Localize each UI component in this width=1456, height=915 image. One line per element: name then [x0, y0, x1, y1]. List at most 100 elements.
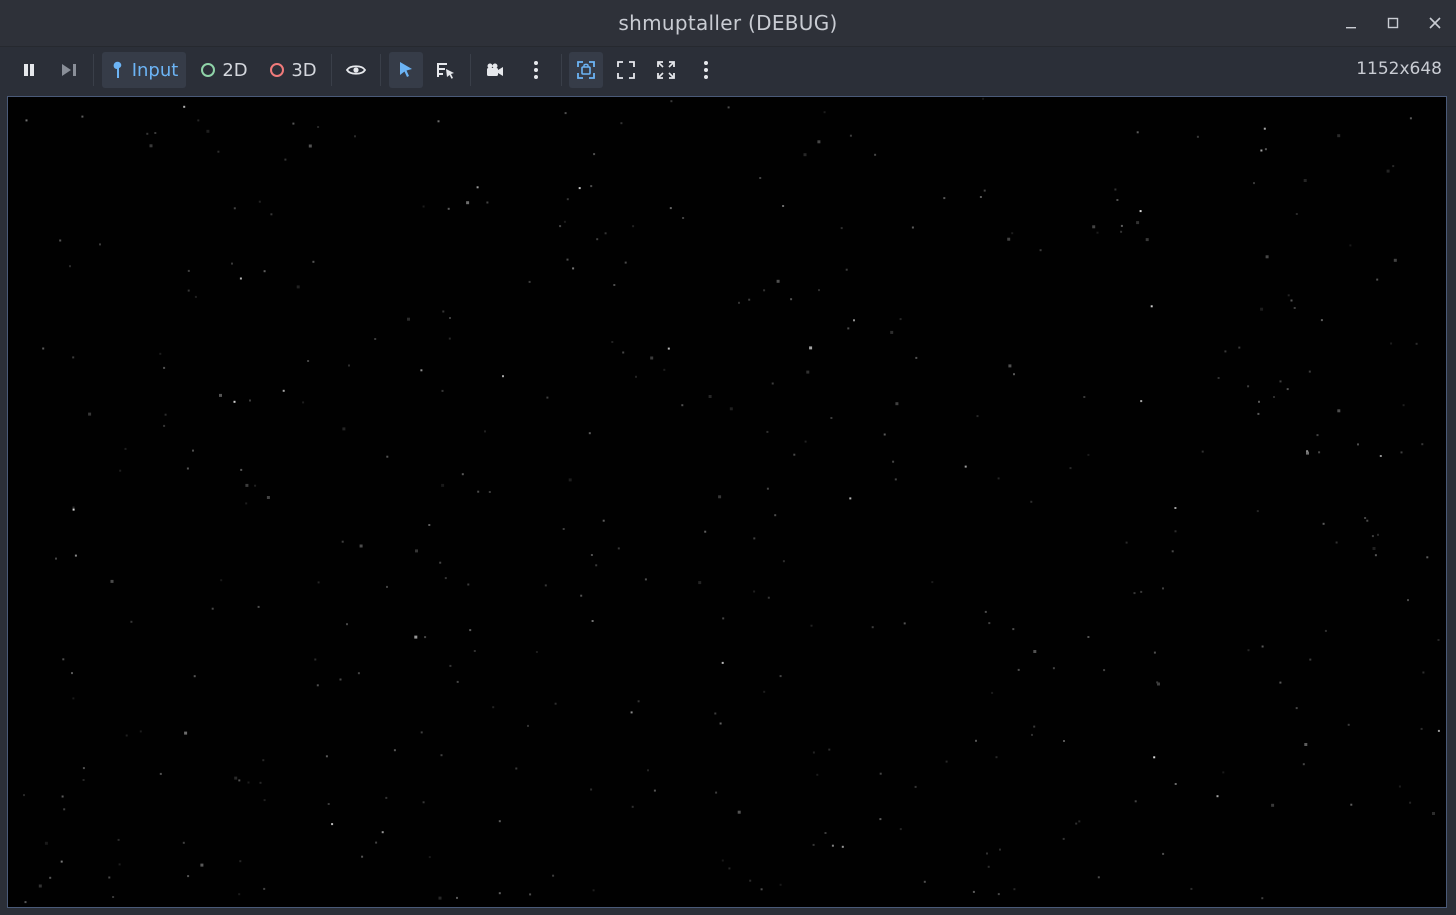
star: [1092, 225, 1096, 229]
star: [738, 301, 740, 304]
star: [914, 785, 917, 788]
star: [737, 810, 741, 814]
star: [187, 289, 190, 292]
star: [892, 460, 895, 463]
star: [1253, 182, 1255, 185]
star: [1437, 639, 1440, 641]
fullscreen-button[interactable]: [649, 52, 683, 88]
star: [1114, 188, 1117, 191]
star: [644, 578, 647, 581]
star: [894, 478, 897, 481]
window-title: shmuptaller (DEBUG): [618, 11, 838, 35]
next-frame-button[interactable]: [52, 52, 86, 88]
star: [853, 319, 855, 322]
star: [72, 508, 75, 511]
star: [592, 889, 595, 892]
star: [779, 675, 782, 678]
star: [1078, 820, 1081, 823]
select-cursor-icon: [400, 62, 412, 77]
star: [782, 560, 785, 563]
star: [240, 468, 243, 471]
star: [1174, 530, 1177, 533]
star: [245, 483, 249, 487]
star: [1153, 756, 1156, 759]
pause-button[interactable]: [12, 52, 46, 88]
star: [1279, 380, 1282, 383]
star: [282, 389, 285, 392]
star: [348, 364, 350, 367]
star: [682, 217, 685, 219]
title-bar[interactable]: shmuptaller (DEBUG): [0, 0, 1456, 47]
mode-2d-button[interactable]: 2D: [194, 52, 254, 88]
star: [1393, 258, 1397, 262]
star: [763, 289, 766, 292]
star: [1125, 541, 1128, 544]
expand-button[interactable]: [609, 52, 643, 88]
star: [339, 678, 342, 681]
star: [779, 883, 782, 886]
star: [55, 557, 57, 560]
star: [428, 856, 431, 859]
star: [1273, 396, 1275, 398]
star: [447, 207, 450, 210]
star: [182, 841, 185, 844]
star: [1306, 451, 1309, 455]
maximize-button[interactable]: [1372, 0, 1414, 46]
star: [61, 795, 64, 798]
star: [456, 680, 459, 683]
star: [1007, 237, 1011, 241]
fit-viewport-button[interactable]: [569, 52, 603, 88]
mode-3d-button[interactable]: 3D: [262, 52, 324, 88]
star: [766, 430, 769, 433]
star: [753, 590, 756, 593]
star: [602, 519, 605, 522]
star: [1216, 795, 1219, 798]
star: [1426, 556, 1429, 559]
star: [554, 702, 557, 705]
star: [544, 584, 547, 587]
star: [722, 617, 725, 620]
star: [1134, 800, 1137, 803]
star: [317, 581, 320, 584]
star: [163, 424, 166, 427]
select-button[interactable]: [389, 52, 423, 88]
star: [879, 772, 882, 775]
list-select-button[interactable]: [429, 52, 463, 88]
star: [986, 852, 988, 855]
star: [999, 848, 1001, 851]
star: [1224, 350, 1227, 353]
game-viewport[interactable]: [7, 96, 1447, 908]
input-toggle-button[interactable]: Input: [102, 52, 186, 88]
star: [964, 465, 967, 468]
view-options-button[interactable]: [690, 52, 722, 88]
star: [620, 122, 623, 125]
star: [1012, 628, 1015, 631]
star: [1279, 681, 1282, 684]
visibility-button[interactable]: [339, 52, 373, 88]
star: [211, 607, 214, 610]
star: [812, 843, 815, 846]
star: [486, 201, 489, 204]
camera-override-icon: [487, 63, 503, 76]
close-button[interactable]: [1414, 0, 1456, 46]
star: [263, 270, 266, 273]
star: [580, 594, 583, 597]
camera-override-button[interactable]: [478, 52, 512, 88]
star: [72, 697, 75, 700]
star: [816, 773, 819, 776]
star: [71, 672, 73, 675]
minimize-button[interactable]: [1330, 0, 1372, 46]
star: [1171, 550, 1174, 553]
star: [562, 528, 565, 530]
star: [559, 225, 562, 228]
star: [1287, 294, 1290, 297]
camera-options-button[interactable]: [520, 52, 552, 88]
star: [1302, 763, 1305, 766]
star: [753, 537, 756, 540]
star: [1379, 455, 1382, 457]
star: [233, 400, 236, 403]
star: [670, 100, 673, 103]
star: [803, 153, 807, 157]
star: [727, 106, 730, 109]
star: [1030, 500, 1033, 503]
